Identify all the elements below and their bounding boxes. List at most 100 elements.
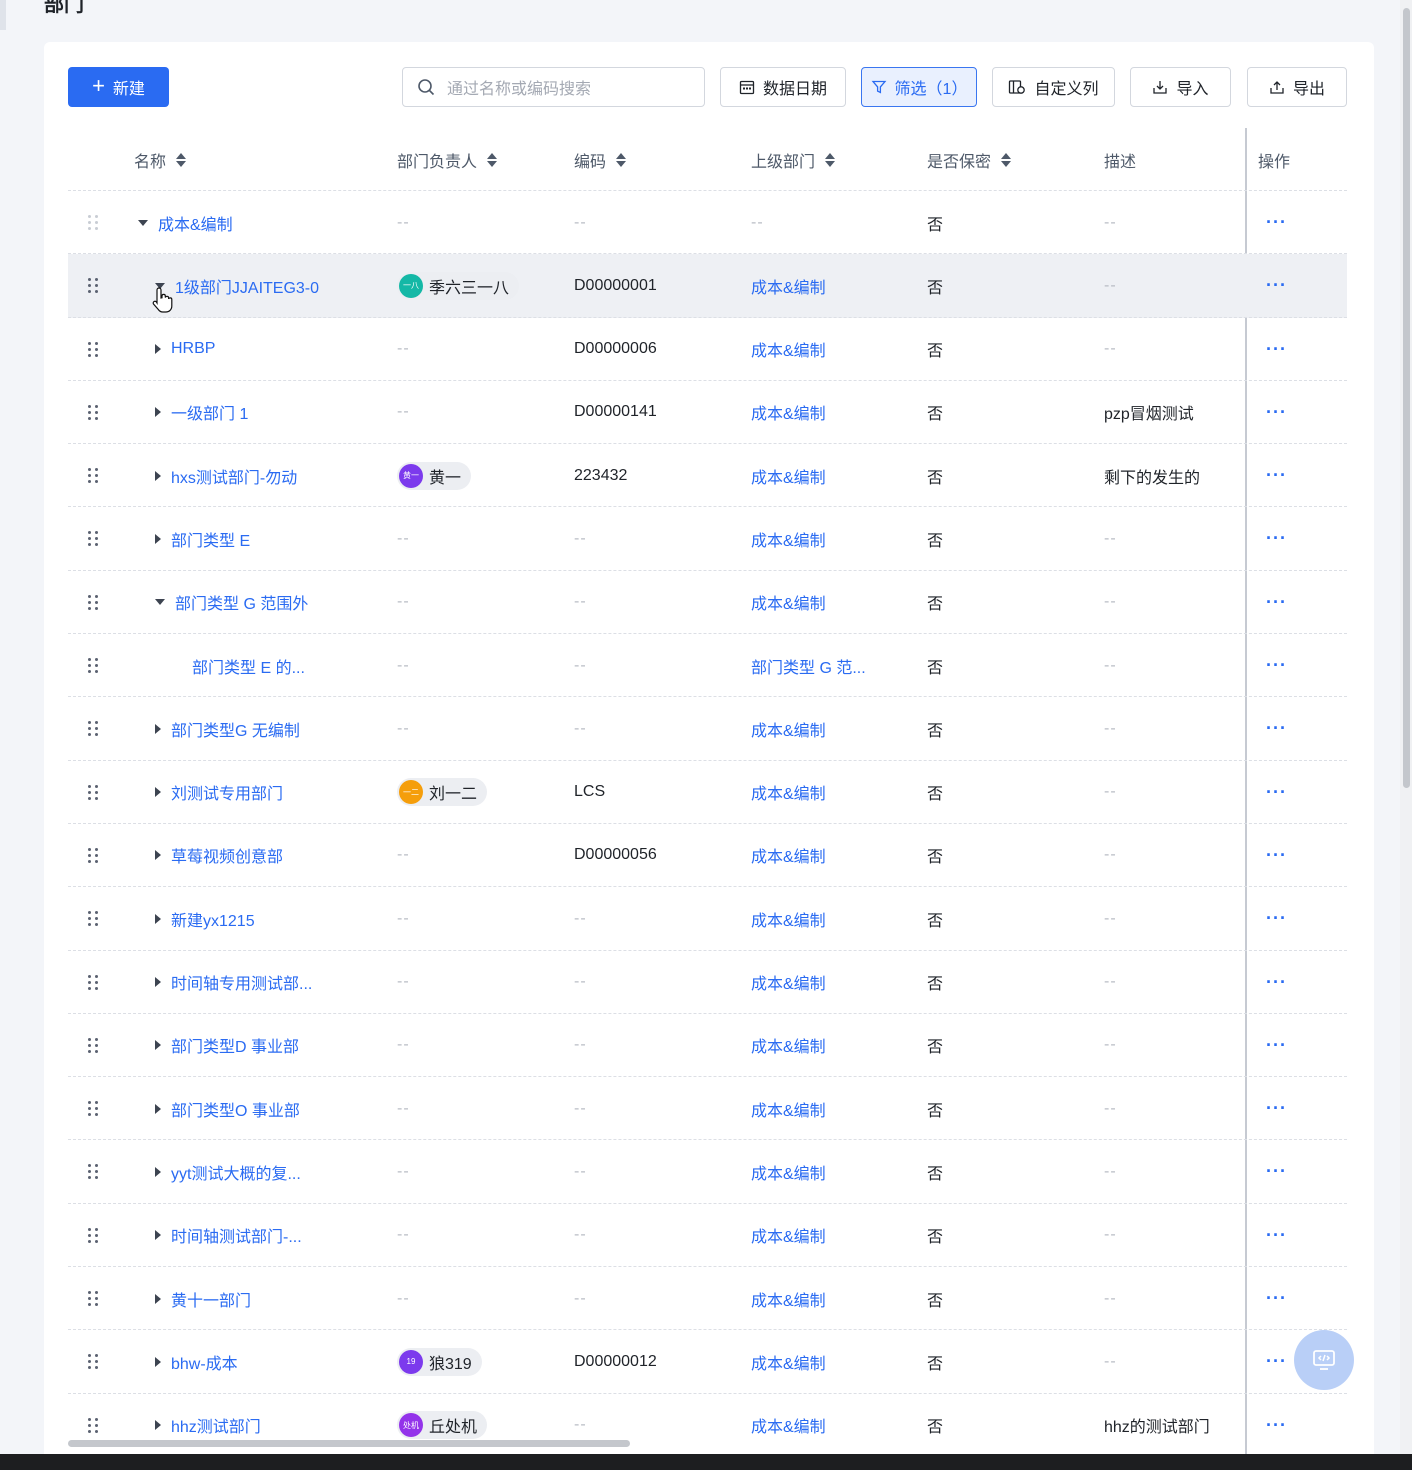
- drag-handle-icon[interactable]: [88, 1204, 98, 1267]
- drag-handle-icon[interactable]: [88, 1077, 98, 1140]
- drag-handle-icon[interactable]: [88, 824, 98, 887]
- parent-link[interactable]: 成本&编制: [751, 527, 826, 551]
- table-row[interactable]: 时间轴测试部门-... -- -- 成本&编制 否 -- ···: [68, 1204, 1347, 1268]
- more-actions-icon[interactable]: ···: [1266, 887, 1287, 950]
- more-actions-icon[interactable]: ···: [1266, 697, 1287, 760]
- drag-handle-icon[interactable]: [88, 254, 98, 317]
- expand-caret-icon[interactable]: [155, 1420, 161, 1431]
- more-actions-icon[interactable]: ···: [1266, 634, 1287, 697]
- drag-handle-icon[interactable]: [88, 1140, 98, 1203]
- collapse-caret-icon[interactable]: [155, 599, 165, 606]
- parent-link[interactable]: 成本&编制: [751, 1223, 826, 1247]
- drag-handle-icon[interactable]: [88, 318, 98, 381]
- parent-link[interactable]: 成本&编制: [751, 970, 826, 994]
- parent-link[interactable]: 成本&编制: [751, 907, 826, 931]
- expand-caret-icon[interactable]: [155, 1040, 161, 1051]
- table-row[interactable]: 刘测试专用部门 一二 刘一二 LCS 成本&编制 否 -- ···: [68, 761, 1347, 824]
- parent-link[interactable]: 部门类型 G 范...: [751, 654, 866, 678]
- sort-icon[interactable]: [1001, 152, 1012, 167]
- drag-handle-icon[interactable]: [88, 381, 98, 444]
- more-actions-icon[interactable]: ···: [1266, 507, 1287, 570]
- table-row[interactable]: 新建yx1215 -- -- 成本&编制 否 -- ···: [68, 887, 1347, 951]
- parent-link[interactable]: 成本&编制: [751, 1287, 826, 1311]
- table-row[interactable]: yyt测试大概的复... -- -- 成本&编制 否 -- ···: [68, 1140, 1347, 1204]
- sort-icon[interactable]: [176, 152, 187, 167]
- more-actions-icon[interactable]: ···: [1266, 1267, 1287, 1330]
- table-row[interactable]: 1级部门JJAITEG3-0 一八 季六三一八 D00000001 成本&编制 …: [68, 254, 1347, 318]
- expand-caret-icon[interactable]: [155, 723, 161, 734]
- table-row[interactable]: 部门类型 E 的... -- -- 部门类型 G 范... 否 -- ···: [68, 634, 1347, 698]
- department-name-link[interactable]: 部门类型 E: [171, 527, 250, 551]
- department-name-link[interactable]: 1级部门JJAITEG3-0: [175, 274, 319, 298]
- department-name-link[interactable]: 部门类型O 事业部: [171, 1097, 300, 1121]
- more-actions-icon[interactable]: ···: [1266, 318, 1287, 381]
- expand-caret-icon[interactable]: [155, 1103, 161, 1114]
- more-actions-icon[interactable]: ···: [1266, 1204, 1287, 1267]
- drag-handle-icon[interactable]: [88, 1330, 98, 1393]
- header-parent[interactable]: 上级部门: [751, 128, 836, 191]
- expand-caret-icon[interactable]: [155, 1356, 161, 1367]
- table-row[interactable]: HRBP -- D00000006 成本&编制 否 -- ···: [68, 318, 1347, 381]
- table-row[interactable]: hhz测试部门 处机 丘处机 -- 成本&编制 否 hhz的测试部门 ···: [68, 1394, 1347, 1457]
- more-actions-icon[interactable]: ···: [1266, 1140, 1287, 1203]
- parent-link[interactable]: 成本&编制: [751, 1097, 826, 1121]
- drag-handle-icon[interactable]: [88, 571, 98, 634]
- collapse-caret-icon[interactable]: [138, 219, 148, 226]
- more-actions-icon[interactable]: ···: [1266, 444, 1287, 507]
- parent-link[interactable]: 成本&编制: [751, 590, 826, 614]
- parent-link[interactable]: 成本&编制: [751, 1033, 826, 1057]
- expand-caret-icon[interactable]: [155, 533, 161, 544]
- department-name-link[interactable]: 成本&编制: [158, 211, 233, 235]
- table-row[interactable]: 部门类型 E -- -- 成本&编制 否 -- ···: [68, 507, 1347, 571]
- drag-handle-icon[interactable]: [88, 761, 98, 824]
- more-actions-icon[interactable]: ···: [1266, 191, 1287, 254]
- owner-tag[interactable]: 一八 季六三一八: [397, 271, 520, 300]
- sort-icon[interactable]: [616, 152, 627, 167]
- filter-button[interactable]: 筛选（1）: [861, 67, 977, 107]
- vertical-scrollbar[interactable]: [1403, 8, 1410, 788]
- drag-handle-icon[interactable]: [88, 887, 98, 950]
- more-actions-icon[interactable]: ···: [1266, 761, 1287, 824]
- table-row[interactable]: 草莓视频创意部 -- D00000056 成本&编制 否 -- ···: [68, 824, 1347, 888]
- expand-caret-icon[interactable]: [155, 787, 161, 798]
- parent-link[interactable]: 成本&编制: [751, 780, 826, 804]
- expand-caret-icon[interactable]: [155, 470, 161, 481]
- table-row[interactable]: hxs测试部门-勿动 黄一 黄一 223432 成本&编制 否 剩下的发生的 ·…: [68, 444, 1347, 508]
- parent-link[interactable]: 成本&编制: [751, 843, 826, 867]
- table-row[interactable]: 部门类型 G 范围外 -- -- 成本&编制 否 -- ···: [68, 571, 1347, 635]
- department-name-link[interactable]: 时间轴测试部门-...: [171, 1223, 302, 1247]
- parent-link[interactable]: 成本&编制: [751, 274, 826, 298]
- horizontal-scrollbar[interactable]: [68, 1440, 630, 1447]
- more-actions-icon[interactable]: ···: [1266, 254, 1287, 317]
- owner-tag[interactable]: 处机 丘处机: [397, 1411, 488, 1440]
- expand-caret-icon[interactable]: [155, 913, 161, 924]
- export-button[interactable]: 导出: [1247, 67, 1347, 107]
- owner-tag[interactable]: 19 狼319: [397, 1347, 482, 1376]
- more-actions-icon[interactable]: ···: [1266, 1330, 1287, 1393]
- department-name-link[interactable]: 刘测试专用部门: [171, 780, 283, 804]
- drag-handle-icon[interactable]: [88, 697, 98, 760]
- header-name[interactable]: 名称: [134, 128, 187, 191]
- expand-caret-icon[interactable]: [155, 344, 161, 355]
- department-name-link[interactable]: 一级部门 1: [171, 400, 248, 424]
- search-input[interactable]: 通过名称或编码搜索: [402, 67, 705, 107]
- parent-link[interactable]: 成本&编制: [751, 337, 826, 361]
- parent-link[interactable]: 成本&编制: [751, 400, 826, 424]
- more-actions-icon[interactable]: ···: [1266, 824, 1287, 887]
- department-name-link[interactable]: 时间轴专用测试部...: [171, 970, 312, 994]
- department-name-link[interactable]: HRBP: [171, 340, 215, 358]
- header-confidential[interactable]: 是否保密: [927, 128, 1012, 191]
- drag-handle-icon[interactable]: [88, 1014, 98, 1077]
- more-actions-icon[interactable]: ···: [1266, 1394, 1287, 1457]
- drag-handle-icon[interactable]: [88, 1394, 98, 1457]
- parent-link[interactable]: 成本&编制: [751, 1350, 826, 1374]
- expand-caret-icon[interactable]: [155, 850, 161, 861]
- department-name-link[interactable]: hxs测试部门-勿动: [171, 464, 297, 488]
- floating-assistant-button[interactable]: [1294, 1330, 1354, 1390]
- department-name-link[interactable]: 黄十一部门: [171, 1287, 251, 1311]
- header-owner[interactable]: 部门负责人: [397, 128, 498, 191]
- data-date-button[interactable]: 数据日期: [720, 67, 846, 107]
- drag-handle-icon[interactable]: [88, 191, 98, 254]
- more-actions-icon[interactable]: ···: [1266, 1077, 1287, 1140]
- department-name-link[interactable]: bhw-成本: [171, 1350, 238, 1374]
